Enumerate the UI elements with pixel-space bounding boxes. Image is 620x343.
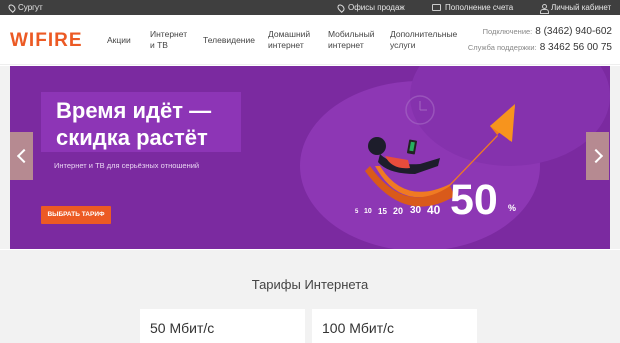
slider-prev-button[interactable] <box>10 132 33 180</box>
chevron-right-icon <box>588 148 603 164</box>
nav-label: Дополнительные <box>390 29 458 39</box>
headline-line-2: скидка растёт <box>56 125 208 150</box>
choose-tariff-button[interactable]: ВЫБРАТЬ ТАРИФ <box>41 206 111 224</box>
nav-label: Мобильный <box>328 29 375 39</box>
banner-headline: Время идёт — скидка растёт <box>41 92 241 152</box>
headline-line-1: Время идёт — <box>56 98 212 123</box>
banner-subtitle: Интернет и ТВ для серьёзных отношений <box>54 161 200 170</box>
discount-fifty: 50 <box>450 176 498 224</box>
woman-hammock-illustration <box>365 95 515 207</box>
city-selector[interactable]: Сургут <box>7 2 43 13</box>
top-bar: Сургут Офисы продаж Пополнение счета Лич… <box>0 0 620 15</box>
nav-home-internet[interactable]: Домашний интернет <box>268 29 310 51</box>
nav-label: Акции <box>107 35 131 45</box>
connection-label: Подключение: <box>482 27 533 36</box>
chevron-left-icon <box>16 148 31 164</box>
nav-mobile-internet[interactable]: Мобильный интернет <box>328 29 374 51</box>
nav-label: Домашний <box>268 29 311 39</box>
nav-promotions[interactable]: Акции <box>107 35 131 46</box>
nav-internet-tv[interactable]: Интернет и ТВ <box>150 29 187 51</box>
nav-label: и ТВ <box>150 40 168 50</box>
nav-label: Телевидение <box>203 35 255 45</box>
nav-label: Интернет <box>150 29 188 39</box>
wifire-logo[interactable]: WIFIRE <box>10 30 83 52</box>
location-pin-icon <box>7 2 17 13</box>
tariff-card[interactable]: 100 Мбит/с <box>312 309 477 343</box>
discount-step: 5 <box>355 209 359 215</box>
discount-step: 20 <box>393 206 404 216</box>
tariff-card[interactable]: 50 Мбит/с <box>140 309 305 343</box>
nav-label: интернет <box>268 40 304 50</box>
discount-step: 15 <box>378 207 387 216</box>
sales-offices-link[interactable]: Офисы продаж <box>336 2 405 13</box>
discount-step: 10 <box>364 208 372 215</box>
nav-additional-services[interactable]: Дополнительные услуги <box>390 29 457 51</box>
support-contact: Служба поддержки: 8 3462 56 00 75 <box>468 42 612 53</box>
tariff-speed: 50 Мбит/с <box>150 320 215 336</box>
sales-offices-label: Офисы продаж <box>348 3 405 12</box>
discount-percent-sign: % <box>508 203 517 213</box>
connection-contact: Подключение: 8 (3462) 940-602 <box>483 26 612 37</box>
promo-banner: Время идёт — скидка растёт Интернет и ТВ… <box>0 66 620 249</box>
discount-step: 40 <box>427 203 441 217</box>
top-up-label: Пополнение счета <box>445 3 514 12</box>
support-label: Служба поддержки: <box>467 43 537 52</box>
tariffs-title: Тарифы Интернета <box>251 277 369 292</box>
support-phone[interactable]: 8 3462 56 00 75 <box>540 42 612 53</box>
personal-account-link[interactable]: Личный кабинет <box>540 3 612 14</box>
city-label: Сургут <box>18 3 43 12</box>
location-pin-icon <box>336 2 346 13</box>
wallet-icon <box>432 4 441 11</box>
nav-label: услуги <box>390 40 416 50</box>
top-up-link[interactable]: Пополнение счета <box>432 3 513 12</box>
personal-account-label: Личный кабинет <box>551 3 612 12</box>
nav-label: интернет <box>328 40 364 50</box>
tariff-speed: 100 Мбит/с <box>322 320 395 336</box>
internet-tariffs-section: Тарифы Интернета 50 Мбит/с 100 Мбит/с <box>0 250 620 343</box>
connection-phone[interactable]: 8 (3462) 940-602 <box>535 26 612 37</box>
slider-next-button[interactable] <box>586 132 609 180</box>
user-icon <box>540 3 549 14</box>
discount-step: 30 <box>410 205 422 216</box>
nav-television[interactable]: Телевидение <box>203 35 255 46</box>
banner-slide[interactable]: Время идёт — скидка растёт Интернет и ТВ… <box>10 66 610 249</box>
main-header: WIFIRE Акции Интернет и ТВ Телевидение Д… <box>0 15 620 65</box>
